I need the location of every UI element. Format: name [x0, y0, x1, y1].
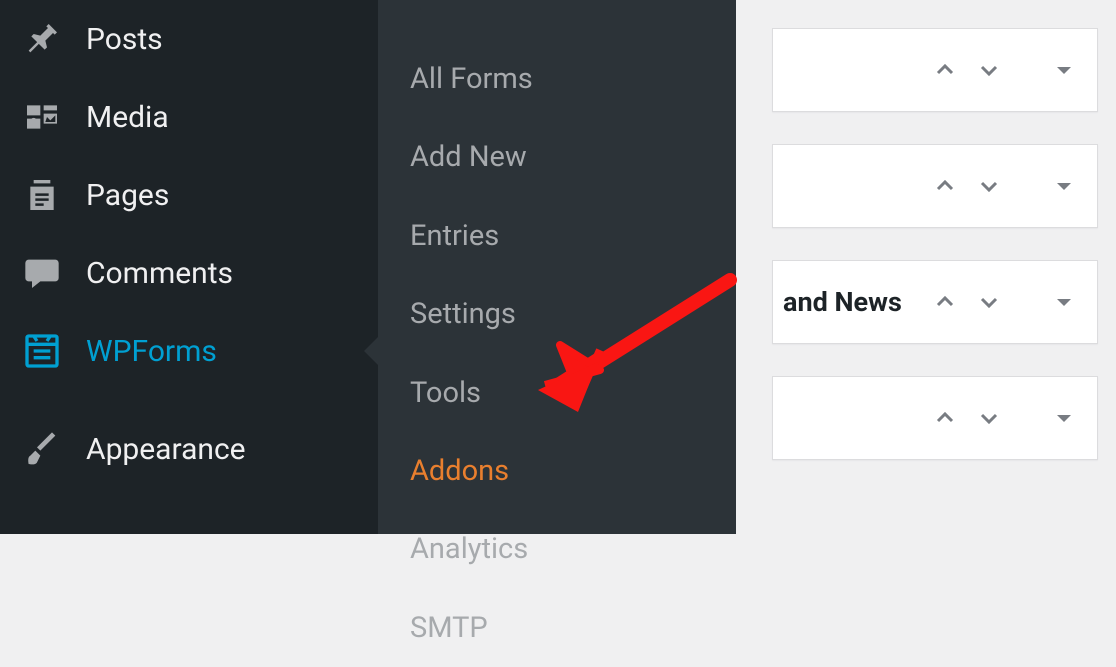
submenu-label: Settings — [410, 297, 516, 331]
chevron-down-icon[interactable] — [976, 173, 1002, 199]
widget-controls — [932, 283, 1077, 321]
pin-icon — [20, 17, 64, 61]
pages-icon — [20, 173, 64, 217]
sidebar-item-media[interactable]: Media — [0, 78, 378, 156]
submenu-label: All Forms — [410, 62, 533, 96]
sidebar-item-label: Pages — [86, 178, 366, 213]
comment-icon — [20, 251, 64, 295]
widget-controls — [932, 51, 1077, 89]
media-icon — [20, 95, 64, 139]
widget-controls — [932, 167, 1077, 205]
sidebar-item-label: Comments — [86, 256, 366, 291]
divider — [1026, 283, 1027, 321]
menu-separator — [0, 390, 378, 410]
submenu-label: Addons — [410, 454, 509, 488]
chevron-down-icon[interactable] — [976, 57, 1002, 83]
sidebar-item-posts[interactable]: Posts — [0, 0, 378, 78]
chevron-up-icon[interactable] — [932, 173, 958, 199]
submenu-label: Tools — [410, 376, 481, 410]
sidebar-item-label: Posts — [86, 22, 366, 57]
divider — [1026, 399, 1027, 437]
dashboard-widget[interactable] — [772, 376, 1098, 460]
caret-down-icon[interactable] — [1051, 405, 1077, 431]
chevron-up-icon[interactable] — [932, 57, 958, 83]
dashboard-widget[interactable] — [772, 28, 1098, 112]
chevron-up-icon[interactable] — [932, 405, 958, 431]
submenu-label: Add New — [410, 140, 527, 174]
submenu-label: Analytics — [410, 532, 528, 566]
wpforms-icon — [20, 329, 64, 373]
sidebar-item-appearance[interactable]: Appearance — [0, 410, 378, 488]
dashboard-widget[interactable]: and News — [772, 260, 1098, 344]
caret-down-icon[interactable] — [1051, 289, 1077, 315]
caret-down-icon[interactable] — [1051, 173, 1077, 199]
widget-controls — [932, 399, 1077, 437]
dashboard-content: and News — [736, 0, 1116, 534]
sidebar-item-label: Media — [86, 100, 366, 135]
wpforms-submenu: All Forms Add New Entries Settings Tools… — [378, 0, 736, 534]
submenu-item-all-forms[interactable]: All Forms — [378, 40, 736, 118]
sidebar-item-comments[interactable]: Comments — [0, 234, 378, 312]
sidebar-item-label: WPForms — [86, 334, 366, 369]
submenu-label: Entries — [410, 219, 499, 253]
submenu-item-addons[interactable]: Addons — [378, 432, 736, 510]
caret-down-icon[interactable] — [1051, 57, 1077, 83]
widget-title: and News — [773, 286, 932, 318]
submenu-item-add-new[interactable]: Add New — [378, 118, 736, 196]
submenu-item-entries[interactable]: Entries — [378, 197, 736, 275]
brush-icon — [20, 427, 64, 471]
dashboard-widget[interactable] — [772, 144, 1098, 228]
submenu-label: SMTP — [410, 611, 488, 645]
divider — [1026, 167, 1027, 205]
chevron-up-icon[interactable] — [932, 289, 958, 315]
sidebar-item-wpforms[interactable]: WPForms — [0, 312, 378, 390]
divider — [1026, 51, 1027, 89]
submenu-item-tools[interactable]: Tools — [378, 354, 736, 432]
sidebar-item-label: Appearance — [86, 432, 366, 467]
sidebar-item-pages[interactable]: Pages — [0, 156, 378, 234]
submenu-item-settings[interactable]: Settings — [378, 275, 736, 353]
chevron-down-icon[interactable] — [976, 289, 1002, 315]
submenu-item-smtp[interactable]: SMTP — [378, 589, 736, 667]
submenu-item-analytics[interactable]: Analytics — [378, 510, 736, 588]
admin-sidebar: Posts Media Pages Comments WPForms Appea… — [0, 0, 378, 534]
chevron-down-icon[interactable] — [976, 405, 1002, 431]
